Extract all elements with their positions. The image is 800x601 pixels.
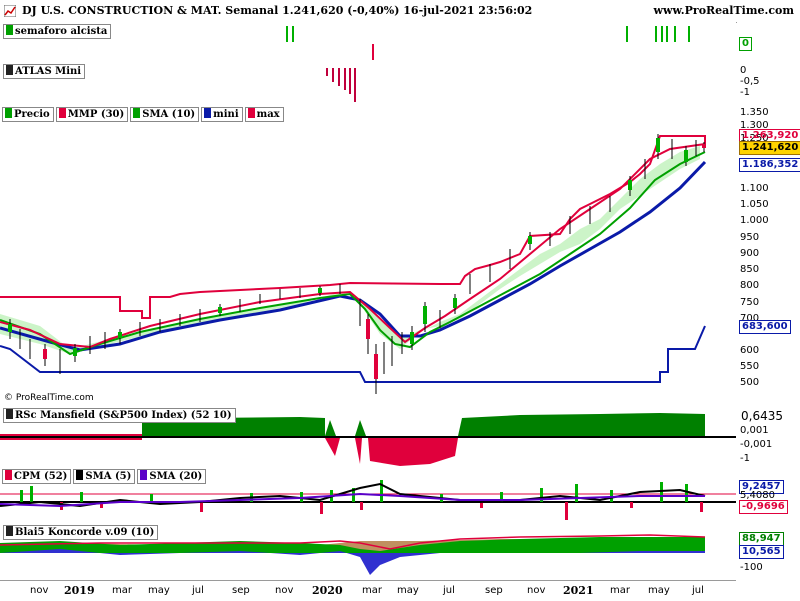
mmp30-red-line bbox=[0, 143, 706, 349]
rsc-value: 0,6435 bbox=[741, 409, 783, 423]
legend-precio[interactable]: Precio bbox=[2, 107, 54, 122]
x-label: jul bbox=[443, 585, 455, 596]
rsc-label[interactable]: RSc Mansfield (S&P500 Index) (52 10) bbox=[3, 408, 236, 423]
blai5-axis: 88,947 10,565 -100 bbox=[737, 523, 800, 580]
cpm-panel[interactable]: CPM (52) SMA (5) SMA (20) bbox=[0, 466, 736, 524]
price-axis: 1.350 1.300 1.250 1.263,920 1.241,620 1.… bbox=[737, 104, 800, 406]
x-label: nov bbox=[275, 585, 294, 596]
semaforo-axis: 0 bbox=[737, 22, 800, 62]
price-tick: 1.050 bbox=[740, 199, 769, 210]
x-label: may bbox=[648, 585, 670, 596]
mini-line bbox=[0, 325, 706, 383]
atlas-axis: 0 -0,5 -1 bbox=[737, 62, 800, 104]
price-tick: 1.350 bbox=[740, 107, 769, 118]
price-tick: 850 bbox=[740, 264, 760, 275]
x-label: mar bbox=[112, 585, 132, 596]
legend-sma5[interactable]: SMA (5) bbox=[73, 469, 136, 484]
legend-max[interactable]: max bbox=[244, 107, 284, 122]
blai5-value-2: 10,565 bbox=[739, 545, 784, 559]
price-tick: 500 bbox=[740, 377, 760, 388]
x-label: nov bbox=[30, 585, 49, 596]
x-label-year: 2021 bbox=[563, 584, 594, 597]
price-legend: Precio MMP (30) SMA (10) mini max bbox=[2, 107, 284, 122]
sma-value: 1.186,352 bbox=[739, 158, 800, 172]
atlas-bars bbox=[326, 68, 356, 102]
sma-line bbox=[0, 151, 706, 356]
legend-mmp[interactable]: MMP (30) bbox=[55, 107, 129, 122]
x-label: jul bbox=[192, 585, 204, 596]
price-tick: 900 bbox=[740, 248, 760, 259]
cpm-axis: 9,2457 5,4080 -0,9696 bbox=[737, 466, 800, 523]
x-label: jul bbox=[692, 585, 704, 596]
mmp-line bbox=[0, 160, 707, 352]
price-tick: 1.000 bbox=[740, 215, 769, 226]
mini-value: 683,600 bbox=[739, 320, 791, 334]
price-chart bbox=[0, 134, 707, 394]
legend-sma20[interactable]: SMA (20) bbox=[137, 469, 207, 484]
rsc-tick: -1 bbox=[740, 453, 750, 464]
chart-title: DJ U.S. CONSTRUCTION & MAT. Semanal 1.24… bbox=[22, 4, 533, 17]
x-label: nov bbox=[527, 585, 546, 596]
last-value: 1.241,620 bbox=[739, 141, 800, 155]
x-label-year: 2020 bbox=[312, 584, 343, 597]
price-tick: 800 bbox=[740, 280, 760, 291]
semaforo-value: 0 bbox=[739, 37, 752, 51]
copyright-label: © ProRealTime.com bbox=[4, 393, 94, 403]
semaforo-panel[interactable]: semaforo alcista bbox=[0, 22, 736, 63]
x-label: sep bbox=[485, 585, 503, 596]
semaforo-bars bbox=[286, 26, 690, 60]
price-tick: 750 bbox=[740, 297, 760, 308]
atlas-tick: -1 bbox=[740, 87, 750, 98]
title-bar: DJ U.S. CONSTRUCTION & MAT. Semanal 1.24… bbox=[0, 0, 800, 23]
x-label: sep bbox=[232, 585, 250, 596]
price-tick: 950 bbox=[740, 232, 760, 243]
rsc-tick: -0,001 bbox=[740, 439, 773, 450]
x-label: mar bbox=[610, 585, 630, 596]
price-tick: 1.100 bbox=[740, 183, 769, 194]
rsc-axis: 0,6435 0,001 -0,001 -1 bbox=[737, 406, 800, 466]
legend-sma[interactable]: SMA (10) bbox=[130, 107, 200, 122]
rsc-tick: 0,001 bbox=[740, 425, 769, 436]
atlas-tick: 0 bbox=[740, 65, 747, 76]
atlas-tick: -0,5 bbox=[740, 76, 760, 87]
time-axis: nov 2019 mar may jul sep nov 2020 mar ma… bbox=[0, 580, 736, 601]
legend-mini[interactable]: mini bbox=[201, 107, 243, 122]
price-tick: 600 bbox=[740, 345, 760, 356]
chart-icon bbox=[4, 5, 16, 17]
x-label-year: 2019 bbox=[64, 584, 95, 597]
blai5-value-1: 88,947 bbox=[739, 532, 784, 546]
cpm-value-3: -0,9696 bbox=[739, 500, 788, 514]
x-label: may bbox=[148, 585, 170, 596]
blai5-panel[interactable]: Blai5 Koncorde v.09 (10) bbox=[0, 523, 736, 581]
x-label: may bbox=[397, 585, 419, 596]
x-label: mar bbox=[362, 585, 382, 596]
price-panel[interactable]: Precio MMP (30) SMA (10) mini max © ProR… bbox=[0, 104, 736, 407]
rsc-panel[interactable]: RSc Mansfield (S&P500 Index) (52 10) bbox=[0, 406, 736, 467]
blai5-tick: -100 bbox=[740, 562, 763, 573]
price-tick: 550 bbox=[740, 361, 760, 372]
website-label: www.ProRealTime.com bbox=[653, 4, 795, 17]
cpm-legend: CPM (52) SMA (5) SMA (20) bbox=[2, 469, 207, 484]
legend-cpm[interactable]: CPM (52) bbox=[2, 469, 72, 484]
atlas-panel[interactable]: ATLAS Mini bbox=[0, 62, 736, 105]
blai5-label[interactable]: Blai5 Koncorde v.09 (10) bbox=[3, 525, 159, 540]
